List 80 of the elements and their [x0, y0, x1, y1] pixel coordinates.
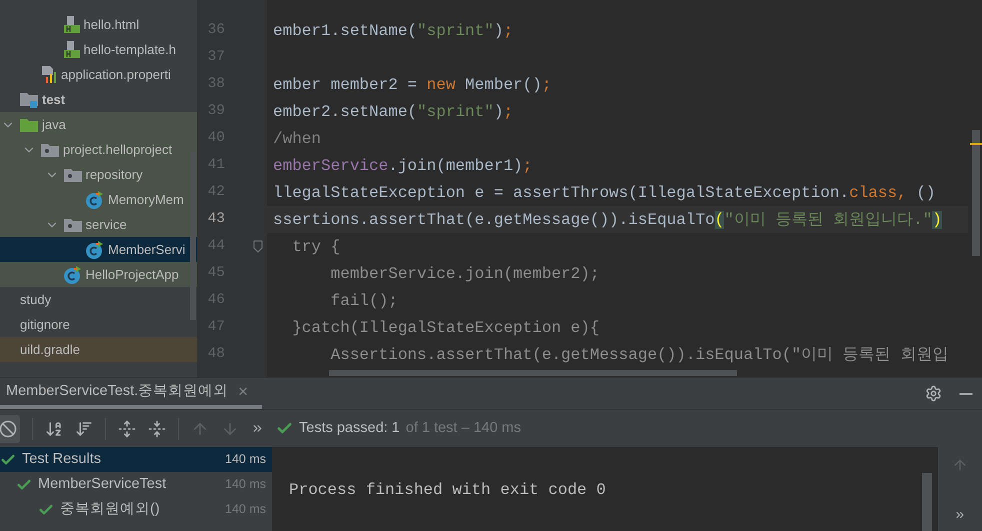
project-tree-item[interactable]: hello.html [0, 12, 197, 37]
package-folder-icon [64, 168, 82, 182]
class-icon [86, 190, 104, 208]
code-line: emberService.join(member1); [273, 156, 532, 176]
settings-icon[interactable] [925, 385, 942, 402]
line-number: 43 [206, 210, 225, 229]
test-name: MemberServiceTest [38, 474, 166, 494]
item-label: test [42, 90, 66, 109]
item-label: application.properti [61, 66, 171, 84]
stop-button[interactable] [0, 414, 20, 442]
code-line: fail(); [330, 290, 398, 312]
project-tree-item[interactable]: java [0, 112, 197, 137]
scrollbar-thumb[interactable] [922, 473, 932, 531]
sort-alphabetical-icon[interactable] [45, 420, 63, 438]
code-line: ember member2 = new Member(); [273, 74, 552, 96]
item-label: hello.html [84, 16, 140, 34]
code-line: }catch(IllegalStateException e){ [291, 318, 600, 338]
more-icon[interactable] [954, 509, 966, 521]
test-name: 중복회원예외() [60, 500, 160, 519]
project-tree-item[interactable]: MemberServi [0, 237, 197, 262]
item-label: service [86, 216, 127, 234]
test-result-row[interactable]: MemberServiceTest 140 ms [0, 472, 272, 497]
code-line: try { [291, 236, 340, 258]
class-icon [86, 240, 104, 258]
project-tree-item[interactable]: test [0, 87, 197, 112]
scroll-up-icon[interactable] [952, 457, 968, 473]
project-tree-item[interactable]: study [0, 287, 197, 312]
item-label: study [20, 290, 52, 309]
item-label: MemberServi [108, 240, 186, 259]
code-line: llegalStateException e = assertThrows(IllegalStateException.class, () [273, 182, 936, 204]
tests-passed-label: Tests passed: 1 [299, 418, 400, 438]
code-line: /when [273, 128, 322, 150]
tests-summary: of 1 test – 140 ms [406, 418, 522, 438]
sort-duration-icon[interactable] [75, 420, 93, 438]
run-tab[interactable]: MemberServiceTest.중복회원예외 × [0, 378, 262, 409]
item-label: HelloProjectApp [86, 266, 179, 284]
test-duration: 140 ms [225, 451, 266, 468]
item-label: java [42, 116, 66, 134]
scrollbar-thumb[interactable] [972, 130, 980, 256]
class-icon [64, 266, 82, 284]
folder-icon [20, 118, 38, 132]
package-folder-icon [41, 142, 59, 156]
collapse-all-icon[interactable] [148, 420, 166, 438]
more-icon[interactable] [251, 422, 264, 435]
item-label: hello-template.h [84, 40, 176, 59]
project-tree-item[interactable]: hello-template.h [0, 37, 197, 62]
code-line: memberService.join(member2); [330, 264, 600, 284]
code-line: ember1.setName("sprint"); [273, 20, 514, 42]
test-name: Test Results [22, 450, 101, 469]
code-line: Assertions.assertThat(e.getMessage()).isEqualTo("이미 등록된 회원입 [330, 344, 948, 366]
folder-icon [20, 92, 38, 108]
scrollbar-thumb[interactable] [329, 370, 737, 376]
test-result-row[interactable]: 중복회원예외() 140 ms [0, 497, 272, 522]
item-label: MemoryMem [108, 190, 184, 209]
code-line: ember2.setName("sprint"); [273, 102, 514, 122]
project-tree-item[interactable]: uild.gradle [0, 337, 197, 362]
test-duration: 140 ms [225, 501, 266, 518]
expand-all-icon[interactable] [118, 420, 136, 438]
html-file-icon [64, 41, 80, 58]
item-label: repository [86, 166, 143, 184]
project-tree-item[interactable]: project.helloproject [0, 137, 197, 162]
project-tree-item[interactable]: HelloProjectApp [0, 262, 197, 287]
item-label: project.helloproject [63, 140, 172, 159]
project-tree-item[interactable]: MemoryMem [0, 187, 197, 212]
warning-stripe [970, 143, 982, 145]
package-folder-icon [64, 218, 82, 232]
test-duration: 140 ms [225, 476, 266, 494]
console-text: Process finished with exit code 0 [289, 481, 606, 499]
settings-file-icon [41, 66, 57, 83]
item-label: gitignore [20, 316, 70, 334]
project-tree-item[interactable]: repository [0, 162, 197, 187]
test-result-row[interactable]: Test Results 140 ms [0, 447, 272, 472]
item-label: uild.gradle [20, 340, 80, 359]
scrollbar-thumb[interactable] [190, 152, 196, 320]
fold-marker-icon[interactable] [253, 240, 263, 253]
project-tree-item[interactable]: service [0, 212, 197, 237]
project-tree-item[interactable]: application.properti [0, 62, 197, 87]
html-file-icon [64, 16, 80, 33]
code-line: ssertions.assertThat(e.getMessage()).isEqualTo("이미 등록된 회원입니다.") [273, 210, 942, 230]
project-tree-item[interactable]: gitignore [0, 312, 197, 337]
